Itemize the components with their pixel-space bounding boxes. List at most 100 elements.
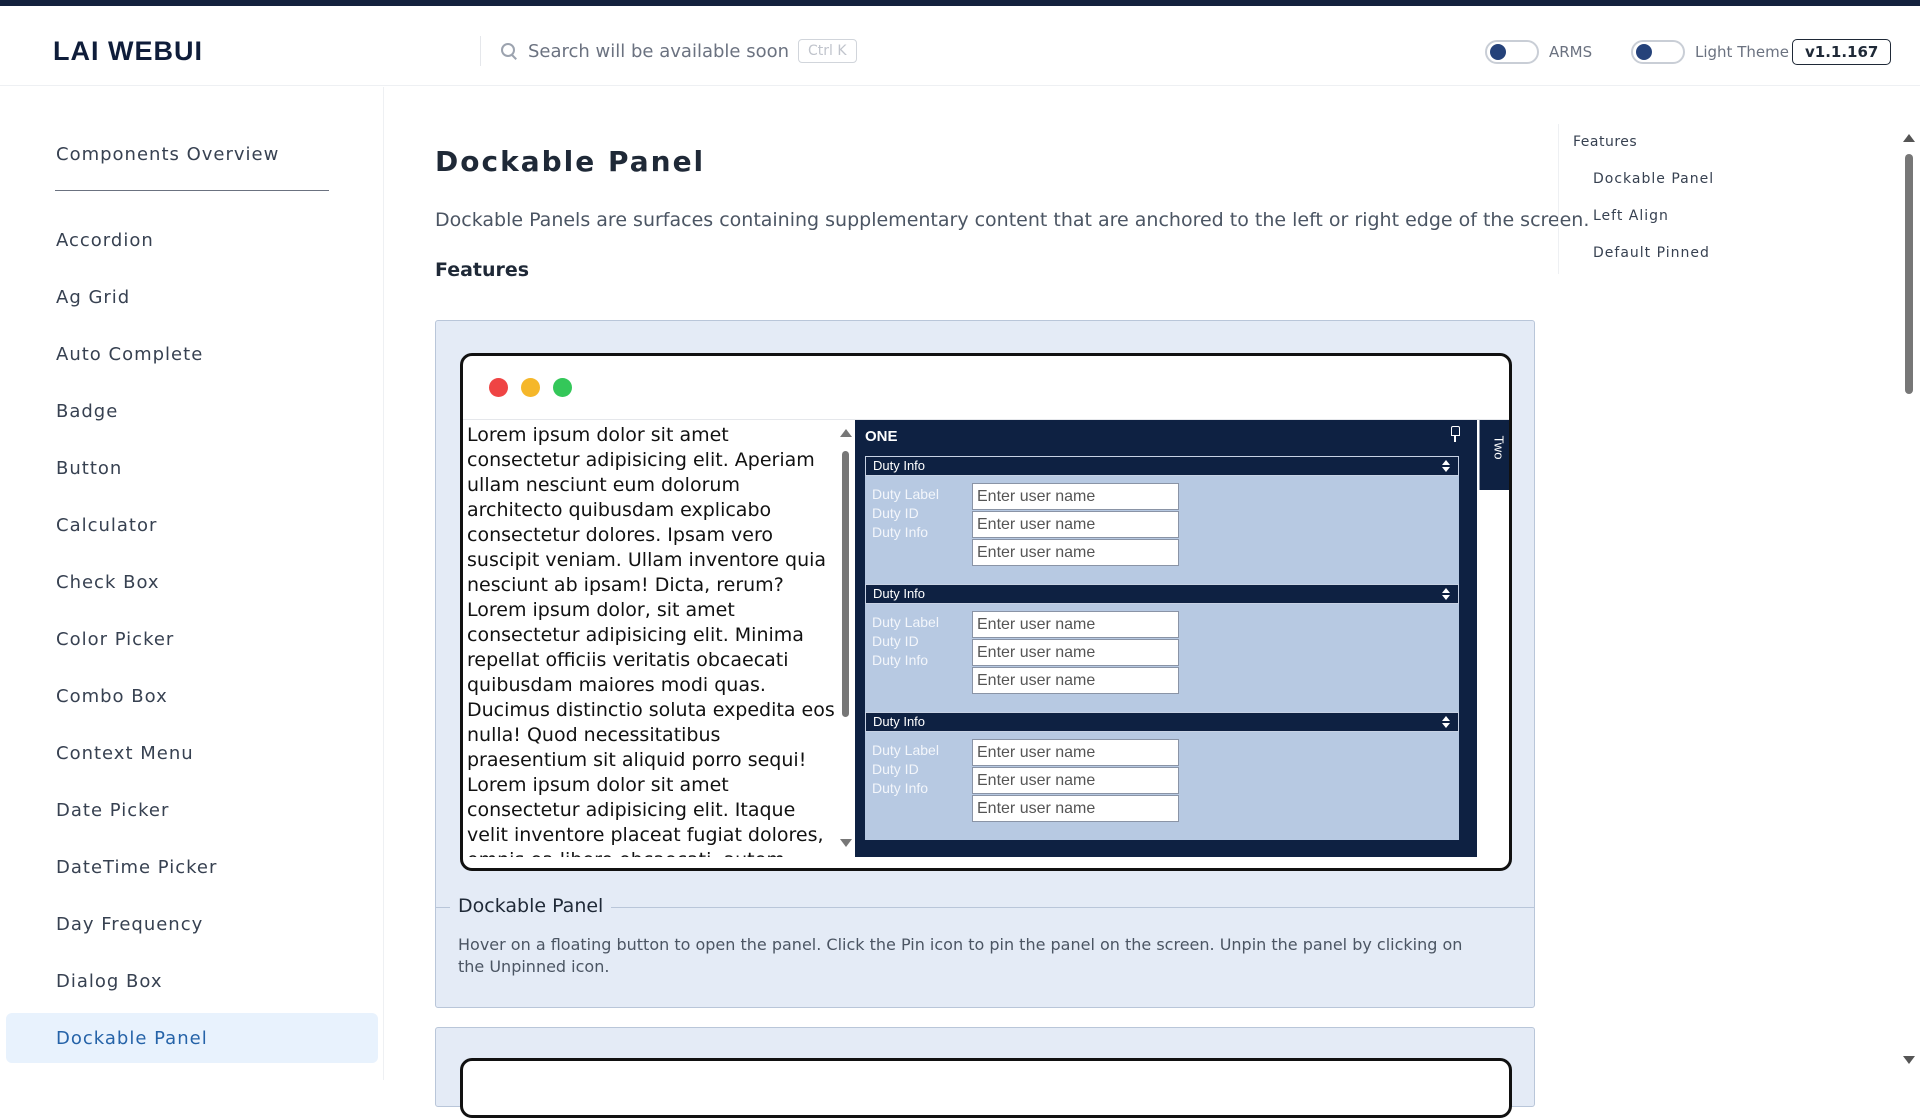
search-input[interactable] (528, 40, 788, 62)
section-header[interactable]: Duty Info (865, 456, 1459, 476)
user-name-input[interactable] (972, 539, 1179, 566)
maximize-dot-icon (553, 378, 572, 397)
dockable-panel-one: ONE Duty Info Duty Label Duty ID Duty In… (855, 420, 1477, 857)
user-name-input[interactable] (972, 667, 1179, 694)
toc-item-left-align[interactable]: Left Align (1593, 208, 1669, 224)
duty-label-label: Duty Label (872, 742, 939, 758)
scroll-up-icon[interactable] (840, 429, 852, 437)
page-scrollbar[interactable] (1902, 130, 1916, 1070)
brand-logo[interactable]: LAI WEBUI (53, 36, 203, 67)
theme-toggle-group: Light Theme (1631, 40, 1789, 64)
sidebar-item-badge[interactable]: Badge (6, 383, 378, 440)
user-name-input[interactable] (972, 483, 1179, 510)
sidebar-item-dialog-box[interactable]: Dialog Box (6, 953, 378, 1010)
search-icon (500, 42, 518, 60)
table-of-contents: Features Dockable Panel Left Align Defau… (1558, 124, 1788, 274)
collapse-icon[interactable] (1442, 588, 1450, 600)
panel-body: Duty Info Duty Label Duty ID Duty Info E… (865, 456, 1459, 845)
collapse-icon[interactable] (1442, 716, 1450, 728)
section-labels: Duty Label Duty ID Duty Info (872, 613, 939, 670)
version-badge: v1.1.167 (1792, 39, 1892, 65)
page-description: Dockable Panels are surfaces containing … (435, 209, 1590, 231)
demo-legend: Dockable Panel (450, 895, 612, 917)
pin-icon[interactable] (1448, 426, 1462, 442)
section-title: Duty Info (873, 458, 926, 473)
arms-toggle[interactable] (1485, 40, 1539, 64)
demo-description: Hover on a floating button to open the p… (458, 935, 1463, 976)
section-header[interactable]: Duty Info (865, 584, 1459, 604)
sidebar-item-day-frequency[interactable]: Day Frequency (6, 896, 378, 953)
sidebar-divider (55, 190, 329, 191)
content-scrollbar[interactable] (837, 423, 853, 857)
demo-window-next (460, 1058, 1512, 1118)
duty-label-label: Duty Label (872, 614, 939, 630)
user-name-input[interactable] (972, 739, 1179, 766)
sidebar-item-accordion[interactable]: Accordion (6, 212, 378, 269)
section-labels: Duty Label Duty ID Duty Info (872, 741, 939, 798)
theme-toggle[interactable] (1631, 40, 1685, 64)
duty-id-label: Duty ID (872, 761, 919, 777)
user-name-input[interactable] (972, 611, 1179, 638)
user-name-input[interactable] (972, 511, 1179, 538)
section-labels: Duty Label Duty ID Duty Info (872, 485, 939, 542)
sidebar-item-ag-grid[interactable]: Ag Grid (6, 269, 378, 326)
section-inputs (972, 739, 1179, 822)
arms-toggle-group: ARMS (1485, 40, 1592, 64)
page-scroll-thumb[interactable] (1905, 154, 1913, 394)
demo-window: Lorem ipsum dolor sit amet consectetur a… (460, 353, 1512, 871)
features-heading: Features (435, 259, 530, 281)
section-title: Duty Info (873, 714, 926, 729)
toc-item-dockable-panel[interactable]: Dockable Panel (1593, 171, 1714, 187)
sidebar-item-dockable-panel[interactable]: Dockable Panel (6, 1013, 378, 1063)
sidebar-item-components-overview[interactable]: Components Overview (56, 144, 279, 165)
toc-heading[interactable]: Features (1573, 134, 1637, 150)
duty-label-label: Duty Label (872, 486, 939, 502)
user-name-input[interactable] (972, 639, 1179, 666)
close-dot-icon (489, 378, 508, 397)
panel-tab-two[interactable]: Two (1479, 420, 1509, 490)
window-controls (489, 378, 572, 397)
section-header[interactable]: Duty Info (865, 712, 1459, 732)
sidebar-item-button[interactable]: Button (6, 440, 378, 497)
duty-info-label: Duty Info (872, 524, 929, 540)
search-bar[interactable]: Ctrl K (500, 32, 857, 70)
sidebar: Components Overview Accordion Ag Grid Au… (0, 87, 384, 1080)
duty-id-label: Duty ID (872, 505, 919, 521)
search-shortcut-badge: Ctrl K (798, 39, 857, 63)
arms-toggle-label: ARMS (1549, 43, 1593, 61)
page-scroll-up-icon[interactable] (1903, 134, 1915, 142)
page-scroll-down-icon[interactable] (1903, 1056, 1915, 1064)
sidebar-item-datetime-picker[interactable]: DateTime Picker (6, 839, 378, 896)
sidebar-item-date-picker[interactable]: Date Picker (6, 782, 378, 839)
collapse-icon[interactable] (1442, 460, 1450, 472)
sidebar-item-check-box[interactable]: Check Box (6, 554, 378, 611)
section-inputs (972, 483, 1179, 566)
section-inputs (972, 611, 1179, 694)
header-divider (480, 36, 481, 66)
scroll-down-icon[interactable] (840, 839, 852, 847)
demo-card-dockable-panel: Lorem ipsum dolor sit amet consectetur a… (435, 320, 1535, 1008)
minimize-dot-icon (521, 378, 540, 397)
panel-tab-two-label: Two (1491, 435, 1507, 460)
duty-info-label: Duty Info (872, 780, 929, 796)
duty-id-label: Duty ID (872, 633, 919, 649)
duty-info-label: Duty Info (872, 652, 929, 668)
scroll-thumb[interactable] (842, 451, 849, 717)
app-header: LAI WEBUI Ctrl K ARMS Light Theme v1.1.1… (0, 6, 1920, 86)
page-title: Dockable Panel (435, 145, 706, 178)
lorem-text: Lorem ipsum dolor sit amet consectetur a… (467, 424, 835, 857)
section-title: Duty Info (873, 586, 926, 601)
sidebar-item-auto-complete[interactable]: Auto Complete (6, 326, 378, 383)
user-name-input[interactable] (972, 767, 1179, 794)
duty-info-section: Duty Info Duty Label Duty ID Duty Info (865, 456, 1459, 584)
duty-info-section: Duty Info Duty Label Duty ID Duty Info (865, 584, 1459, 712)
sidebar-item-context-menu[interactable]: Context Menu (6, 725, 378, 782)
sidebar-item-calculator[interactable]: Calculator (6, 497, 378, 554)
sidebar-item-combo-box[interactable]: Combo Box (6, 668, 378, 725)
duty-info-section: Duty Info Duty Label Duty ID Duty Info (865, 712, 1459, 840)
sidebar-list: Accordion Ag Grid Auto Complete Badge Bu… (6, 212, 378, 1063)
demo-card-next (435, 1027, 1535, 1118)
toc-item-default-pinned[interactable]: Default Pinned (1593, 245, 1710, 261)
user-name-input[interactable] (972, 795, 1179, 822)
sidebar-item-color-picker[interactable]: Color Picker (6, 611, 378, 668)
